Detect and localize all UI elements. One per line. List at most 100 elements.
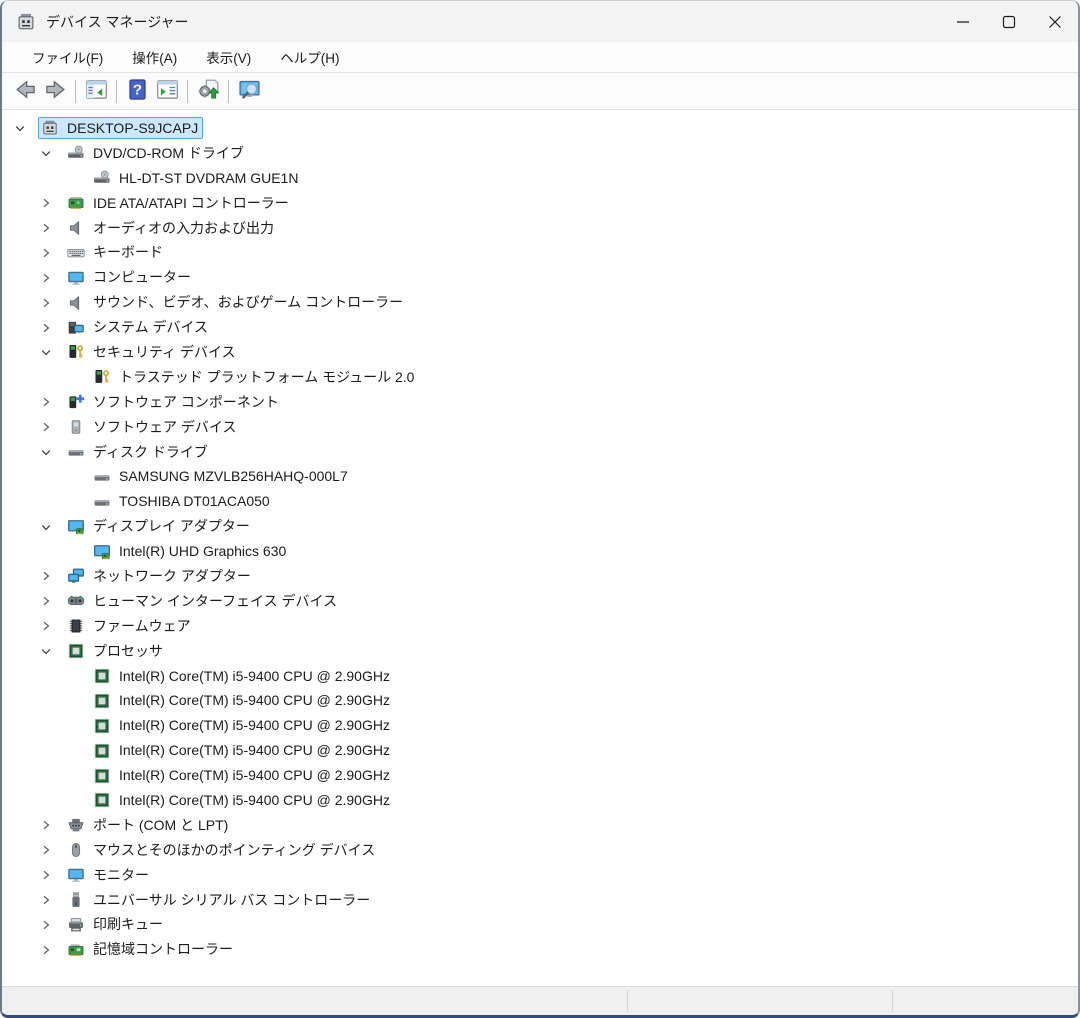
tree-item[interactable]: IDE ATA/ATAPI コントローラー [2,191,1078,216]
tree-node[interactable]: ディスク ドライブ [64,441,213,463]
chevron-right-icon[interactable] [38,294,64,311]
tree-node[interactable]: Intel(R) Core(TM) i5-9400 CPU @ 2.90GHz [90,665,395,687]
tree-node[interactable]: サウンド、ビデオ、およびゲーム コントローラー [64,292,408,314]
minimize-button[interactable] [940,1,986,42]
tree-node[interactable]: オーディオの入力および出力 [64,217,279,239]
tree-node[interactable]: Intel(R) UHD Graphics 630 [90,541,291,563]
tree-item[interactable]: TOSHIBA DT01ACA050 [2,489,1078,514]
chevron-right-icon[interactable] [38,319,64,336]
tree-item[interactable]: ポート (COM と LPT) [2,813,1078,838]
tree-item[interactable]: トラステッド プラットフォーム モジュール 2.0 [2,365,1078,390]
chevron-right-icon[interactable] [38,244,64,261]
tree-item[interactable]: Intel(R) Core(TM) i5-9400 CPU @ 2.90GHz [2,713,1078,738]
tree-node[interactable]: モニター [64,864,154,886]
tree-node[interactable]: ファームウェア [64,615,196,637]
tree-node[interactable]: キーボード [64,242,168,264]
tree-node[interactable]: ポート (COM と LPT) [64,814,233,836]
tree-node[interactable]: コンピューター [64,267,196,289]
tree-item[interactable]: モニター [2,863,1078,888]
tree-node[interactable]: 印刷キュー [64,914,168,936]
tree-node[interactable]: Intel(R) Core(TM) i5-9400 CPU @ 2.90GHz [90,740,395,762]
chevron-right-icon[interactable] [38,568,64,585]
chevron-down-icon[interactable] [38,643,64,660]
chevron-right-icon[interactable] [38,817,64,834]
tree-item[interactable]: ソフトウェア デバイス [2,415,1078,440]
tree-item[interactable]: Intel(R) UHD Graphics 630 [2,539,1078,564]
chevron-right-icon[interactable] [38,842,64,859]
tree-item[interactable]: ヒューマン インターフェイス デバイス [2,589,1078,614]
tree-item[interactable]: DESKTOP-S9JCAPJ [2,116,1078,141]
chevron-right-icon[interactable] [38,618,64,635]
menu-view[interactable]: 表示(V) [196,43,261,71]
tree-node[interactable]: セキュリティ デバイス [64,341,241,363]
tree-node[interactable]: ヒューマン インターフェイス デバイス [64,590,342,612]
tree-node[interactable]: HL-DT-ST DVDRAM GUE1N [90,167,303,189]
tree-node[interactable]: ソフトウェア デバイス [64,416,241,438]
tree-item[interactable]: Intel(R) Core(TM) i5-9400 CPU @ 2.90GHz [2,763,1078,788]
tree-node[interactable]: Intel(R) Core(TM) i5-9400 CPU @ 2.90GHz [90,765,395,787]
maximize-button[interactable] [986,1,1032,42]
properties-button[interactable] [152,76,182,106]
tree-node[interactable]: TOSHIBA DT01ACA050 [90,491,275,513]
chevron-down-icon[interactable] [38,444,64,461]
tree-item[interactable]: システム デバイス [2,315,1078,340]
menu-file[interactable]: ファイル(F) [22,43,113,71]
chevron-right-icon[interactable] [38,916,64,933]
tree-item[interactable]: HL-DT-ST DVDRAM GUE1N [2,166,1078,191]
tree-item[interactable]: マウスとそのほかのポインティング デバイス [2,838,1078,863]
tree-node[interactable]: ユニバーサル シリアル バス コントローラー [64,889,375,911]
chevron-right-icon[interactable] [38,394,64,411]
tree-node[interactable]: ソフトウェア コンポーネント [64,391,284,413]
chevron-down-icon[interactable] [38,344,64,361]
tree-item[interactable]: Intel(R) Core(TM) i5-9400 CPU @ 2.90GHz [2,688,1078,713]
help-button[interactable]: ? [122,76,152,106]
tree-item[interactable]: DVD/CD-ROM ドライブ [2,141,1078,166]
close-button[interactable] [1032,1,1078,42]
back-button[interactable] [10,76,40,106]
tree-item[interactable]: プロセッサ [2,639,1078,664]
tree-item[interactable]: ファームウェア [2,614,1078,639]
tree-item[interactable]: ネットワーク アダプター [2,564,1078,589]
tree-item[interactable]: ディスク ドライブ [2,440,1078,465]
chevron-right-icon[interactable] [38,892,64,909]
tree-item[interactable]: コンピューター [2,265,1078,290]
tree-node[interactable]: マウスとそのほかのポインティング デバイス [64,839,380,861]
menu-help[interactable]: ヘルプ(H) [270,43,349,71]
tree-node[interactable]: 記憶域コントローラー [64,939,238,961]
tree-item[interactable]: ディスプレイ アダプター [2,514,1078,539]
tree-item[interactable]: オーディオの入力および出力 [2,216,1078,241]
tree-node[interactable]: SAMSUNG MZVLB256HAHQ-000L7 [90,466,353,488]
tree-node[interactable]: トラステッド プラットフォーム モジュール 2.0 [90,366,419,388]
tree-node-selected[interactable]: DESKTOP-S9JCAPJ [38,117,203,139]
tree-item[interactable]: サウンド、ビデオ、およびゲーム コントローラー [2,290,1078,315]
tree-node[interactable]: ディスプレイ アダプター [64,516,255,538]
tree-node[interactable]: DVD/CD-ROM ドライブ [64,142,249,164]
chevron-right-icon[interactable] [38,269,64,286]
chevron-right-icon[interactable] [38,867,64,884]
show-hide-console-tree-button[interactable] [81,76,111,106]
forward-button[interactable] [40,76,70,106]
tree-node[interactable]: システム デバイス [64,317,213,339]
tree-node[interactable]: ネットワーク アダプター [64,565,256,587]
scan-hardware-changes-button[interactable] [193,76,223,106]
tree-item[interactable]: セキュリティ デバイス [2,340,1078,365]
tree-item[interactable]: Intel(R) Core(TM) i5-9400 CPU @ 2.90GHz [2,788,1078,813]
tree-node[interactable]: Intel(R) Core(TM) i5-9400 CPU @ 2.90GHz [90,789,395,811]
tree-item[interactable]: Intel(R) Core(TM) i5-9400 CPU @ 2.90GHz [2,738,1078,763]
tree-item[interactable]: 記憶域コントローラー [2,937,1078,962]
tree-item[interactable]: 印刷キュー [2,913,1078,938]
tree-item[interactable]: キーボード [2,240,1078,265]
device-search-button[interactable] [234,76,264,106]
tree-item[interactable]: ユニバーサル シリアル バス コントローラー [2,888,1078,913]
tree-node[interactable]: IDE ATA/ATAPI コントローラー [64,192,294,214]
chevron-right-icon[interactable] [38,220,64,237]
chevron-right-icon[interactable] [38,419,64,436]
tree-node[interactable]: プロセッサ [64,640,168,662]
tree-item[interactable]: ソフトウェア コンポーネント [2,390,1078,415]
tree-node[interactable]: Intel(R) Core(TM) i5-9400 CPU @ 2.90GHz [90,715,395,737]
chevron-right-icon[interactable] [38,593,64,610]
menu-action[interactable]: 操作(A) [122,43,187,71]
chevron-down-icon[interactable] [12,120,38,137]
tree-item[interactable]: Intel(R) Core(TM) i5-9400 CPU @ 2.90GHz [2,664,1078,689]
chevron-down-icon[interactable] [38,518,64,535]
